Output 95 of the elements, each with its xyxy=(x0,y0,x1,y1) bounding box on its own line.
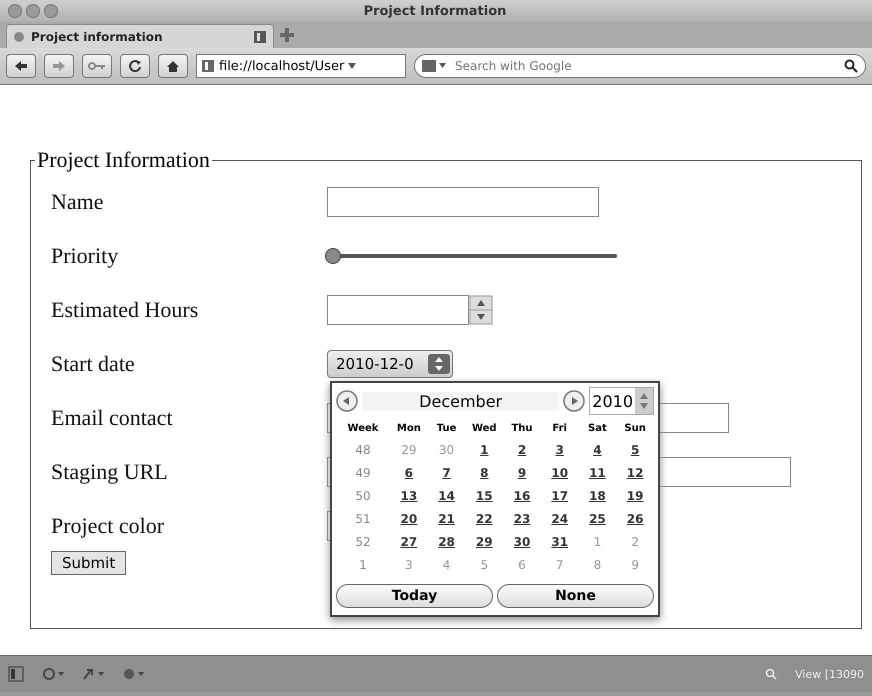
week-heading: Week xyxy=(346,423,380,434)
spinner-icon[interactable] xyxy=(469,295,493,325)
year-field[interactable]: 2010 xyxy=(589,387,654,415)
forward-button[interactable] xyxy=(44,54,74,78)
calendar-day[interactable]: 21 xyxy=(428,512,466,526)
reload-icon xyxy=(128,59,142,73)
calendar-day[interactable]: 10 xyxy=(540,466,579,480)
field-label: Name xyxy=(51,189,105,215)
calendar-day[interactable]: 24 xyxy=(540,512,579,526)
month-label: December xyxy=(362,392,560,410)
calendar-day[interactable]: 12 xyxy=(616,466,654,480)
new-tab-icon[interactable] xyxy=(280,28,294,42)
page-icon xyxy=(253,30,267,44)
calendar-day[interactable]: 22 xyxy=(465,512,504,526)
calendar-day[interactable]: 18 xyxy=(578,489,616,503)
field-label: Start date xyxy=(51,351,136,377)
calendar-day[interactable]: 17 xyxy=(540,489,579,503)
browser-tab[interactable]: Project information xyxy=(6,24,274,48)
search-field[interactable]: Search with Google xyxy=(414,54,866,78)
weekday-heading: Sun xyxy=(623,423,647,434)
page-icon xyxy=(201,59,215,73)
site-icon xyxy=(13,30,25,42)
calendar-day[interactable]: 15 xyxy=(465,489,504,503)
week-number: 49 xyxy=(354,466,372,480)
calendar-day[interactable]: 7 xyxy=(428,466,466,480)
calendar-day[interactable]: 9 xyxy=(503,466,541,480)
sidebar-icon[interactable] xyxy=(8,666,24,682)
submit-button[interactable]: Submit xyxy=(51,551,126,575)
calendar-day[interactable]: 11 xyxy=(578,466,616,480)
key-icon xyxy=(88,61,106,71)
back-button[interactable] xyxy=(6,54,36,78)
group-legend: Project Information xyxy=(35,147,212,173)
week-number: 48 xyxy=(354,443,372,457)
calendar-day[interactable]: 27 xyxy=(390,535,428,549)
field-label: Email contact xyxy=(51,405,174,431)
calendar-day[interactable]: 5 xyxy=(616,443,654,457)
number-field[interactable] xyxy=(327,295,469,325)
calendar-day[interactable]: 3 xyxy=(540,443,579,457)
field-label: Priority xyxy=(51,243,120,269)
calendar-day[interactable]: 16 xyxy=(503,489,541,503)
home-icon xyxy=(166,60,180,72)
week-number: 52 xyxy=(354,535,372,549)
close-window-button[interactable] xyxy=(8,4,22,18)
status-text: View [13090 xyxy=(795,668,864,680)
week-number: 51 xyxy=(354,512,372,526)
calendar-day[interactable]: 2 xyxy=(503,443,541,457)
calendar-day[interactable]: 20 xyxy=(390,512,428,526)
date-dropdown[interactable]: 2010-12-0 xyxy=(327,350,453,378)
window-title: Project Information xyxy=(362,4,508,18)
caret-icon[interactable] xyxy=(348,63,356,69)
slider-thumb[interactable] xyxy=(325,248,341,264)
calendar-day[interactable]: 4 xyxy=(578,443,616,457)
text-field[interactable] xyxy=(327,187,599,217)
zoom-window-button[interactable] xyxy=(44,4,58,18)
calendar-day[interactable]: 31 xyxy=(540,535,579,549)
search-engine-icon[interactable] xyxy=(422,59,446,73)
weekday-heading: Thu xyxy=(510,423,534,434)
field-label: Project color xyxy=(51,513,166,539)
field-label: Staging URL xyxy=(51,459,169,485)
home-button[interactable] xyxy=(158,54,188,78)
key-button[interactable] xyxy=(82,54,112,78)
forward-arrow-icon xyxy=(52,60,66,72)
calendar-day[interactable]: 29 xyxy=(465,535,504,549)
calendar-day[interactable]: 6 xyxy=(390,466,428,480)
weekday-heading: Sat xyxy=(587,423,608,434)
week-number: 1 xyxy=(358,558,368,572)
calendar-day[interactable]: 8 xyxy=(465,466,504,480)
calendar-day[interactable]: 19 xyxy=(616,489,654,503)
calendar-day[interactable]: 14 xyxy=(428,489,466,503)
address-field[interactable]: file://localhost/User xyxy=(196,54,406,78)
dropdown-icon[interactable] xyxy=(428,354,450,374)
reload-button[interactable] xyxy=(120,54,150,78)
calendar-day[interactable]: 13 xyxy=(390,489,428,503)
picker-button[interactable]: Today xyxy=(336,584,493,608)
calendar-day[interactable]: 1 xyxy=(465,443,504,457)
picker-button[interactable]: None xyxy=(497,584,654,608)
zoom-icon xyxy=(765,668,778,680)
field-label: Estimated Hours xyxy=(51,297,200,323)
search-icon xyxy=(844,59,858,73)
weekday-heading: Fri xyxy=(551,423,568,434)
tool-icon[interactable] xyxy=(82,667,104,681)
calendar-day[interactable]: 26 xyxy=(616,512,654,526)
calendar-day[interactable]: 23 xyxy=(503,512,541,526)
weekday-heading: Mon xyxy=(396,423,422,434)
minimize-window-button[interactable] xyxy=(26,4,40,18)
week-number: 50 xyxy=(354,489,372,503)
back-arrow-icon xyxy=(14,60,28,72)
calendar-day[interactable]: 25 xyxy=(578,512,616,526)
priority-slider[interactable] xyxy=(327,248,617,264)
weekday-heading: Wed xyxy=(470,423,498,434)
calendar-day[interactable]: 28 xyxy=(428,535,466,549)
weekday-heading: Tue xyxy=(436,423,458,434)
next-month-icon[interactable] xyxy=(563,390,586,412)
calendar-day[interactable]: 30 xyxy=(503,535,541,549)
previous-month-icon[interactable] xyxy=(336,390,358,412)
